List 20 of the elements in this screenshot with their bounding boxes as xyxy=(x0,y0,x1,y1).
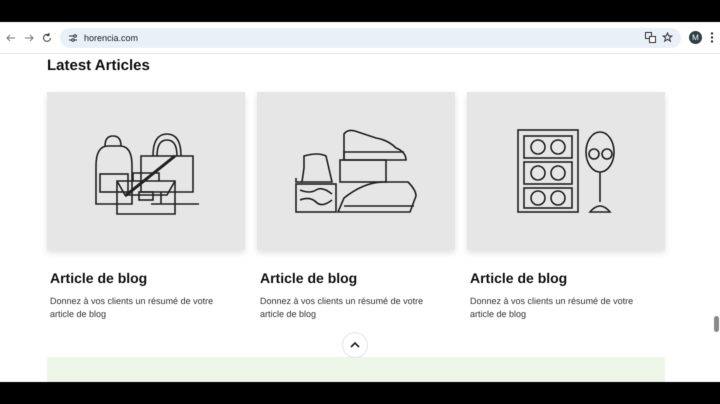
profile-avatar[interactable]: M xyxy=(689,31,702,44)
article-summary: Donnez à vos clients un résumé de votre article de blog xyxy=(50,295,214,321)
forward-icon[interactable] xyxy=(24,32,34,42)
reload-icon[interactable] xyxy=(42,32,52,42)
star-icon[interactable] xyxy=(662,32,673,43)
section-heading: Latest Articles xyxy=(47,58,151,74)
scroll-to-top-button[interactable] xyxy=(342,332,368,358)
article-title[interactable]: Article de blog xyxy=(260,270,455,286)
address-bar[interactable]: horencia.com xyxy=(60,28,681,48)
translate-icon[interactable] xyxy=(645,32,656,43)
site-settings-icon[interactable] xyxy=(68,32,78,42)
article-summary: Donnez à vos clients un résumé de votre article de blog xyxy=(470,295,634,321)
menu-icon[interactable] xyxy=(710,32,714,43)
url-text: horencia.com xyxy=(84,32,140,42)
back-icon[interactable] xyxy=(6,32,16,42)
article-title[interactable]: Article de blog xyxy=(50,270,245,286)
article-title[interactable]: Article de blog xyxy=(470,270,665,286)
article-summary: Donnez à vos clients un résumé de votre article de blog xyxy=(260,295,424,321)
scrollbar-thumb[interactable] xyxy=(714,316,719,332)
chevron-up-icon xyxy=(350,342,360,348)
